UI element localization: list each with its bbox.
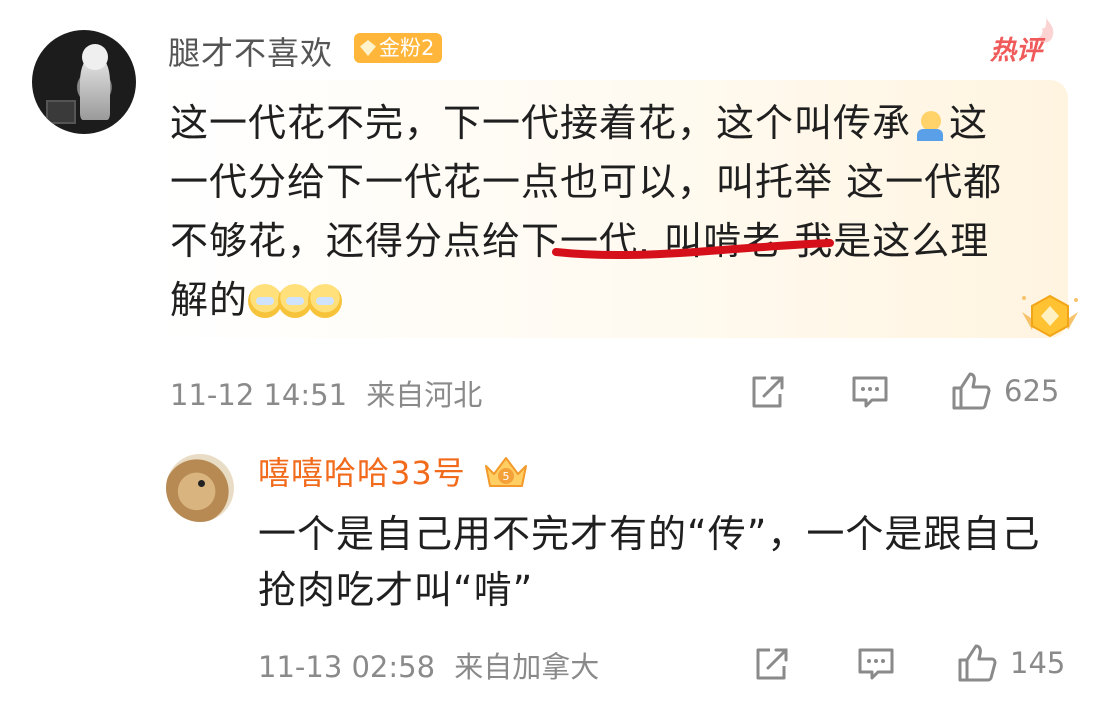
hot-comment-tag: 热评 [990, 36, 1043, 66]
location: 来自河北 [366, 378, 483, 412]
like-count: 625 [1004, 374, 1060, 408]
like-icon [952, 372, 991, 410]
username[interactable]: 腿才不喜欢 [168, 28, 333, 74]
person-emoji-icon [915, 107, 945, 141]
comment-meta: 11-12 14:51 来自河北 [170, 372, 482, 414]
comment-text-line: 一代分给下一代花一点也可以，叫托举 这一代都 [170, 160, 1003, 204]
medal-icon [1022, 294, 1078, 338]
reply-text-line: 抢肉吃才叫“啃” [258, 568, 534, 612]
comment-text-line: 这一代花不完，下一代接着花，这个叫传承 [170, 101, 912, 145]
reply-meta: 11-13 02:58 来自加拿大 [258, 644, 599, 686]
timestamp: 11-12 14:51 [170, 378, 348, 412]
comment-body: 这一代花不完，下一代接着花，这个叫传承这 一代分给下一代花一点也可以，叫托举 这… [170, 94, 1050, 330]
comment-text-line: 这 [949, 101, 989, 145]
reply-comment-button[interactable] [856, 646, 896, 682]
share-icon [752, 376, 784, 408]
svg-text:5: 5 [503, 470, 510, 483]
crying-laugh-emoji-icon [278, 284, 313, 318]
diamond-icon [360, 40, 376, 56]
reply-like-button[interactable]: 145 [956, 642, 1065, 684]
comment-icon [858, 648, 894, 680]
crying-laugh-emoji-icon [248, 284, 283, 318]
comment-button[interactable] [850, 374, 890, 410]
reply-like-count: 145 [1010, 646, 1066, 680]
reply-avatar[interactable] [166, 454, 234, 522]
fan-badge[interactable]: 金粉2 [354, 33, 443, 63]
fan-badge-label: 金粉2 [379, 36, 435, 60]
crying-laugh-emoji-icon [308, 284, 343, 318]
share-button[interactable] [748, 374, 786, 410]
reply-share-button[interactable] [752, 646, 790, 682]
reply-body: 一个是自己用不完才有的“传”，一个是跟自己 抢肉吃才叫“啃” [258, 506, 1078, 618]
reply-location: 来自加拿大 [454, 650, 600, 684]
like-button[interactable]: 625 [950, 370, 1059, 412]
reply-username[interactable]: 嘻嘻哈哈33号 [258, 448, 466, 494]
reply-text-line: 一个是自己用不完才有的“传”，一个是跟自己 [258, 512, 1041, 556]
avatar[interactable] [32, 30, 136, 134]
like-icon [958, 644, 997, 682]
reply-timestamp: 11-13 02:58 [258, 650, 436, 684]
comment-icon [852, 376, 888, 408]
comment-text-line: 解的 [170, 278, 249, 322]
crown-badge-icon: 5 [485, 457, 527, 487]
share-icon [756, 648, 788, 680]
red-underline-annotation [552, 239, 834, 260]
